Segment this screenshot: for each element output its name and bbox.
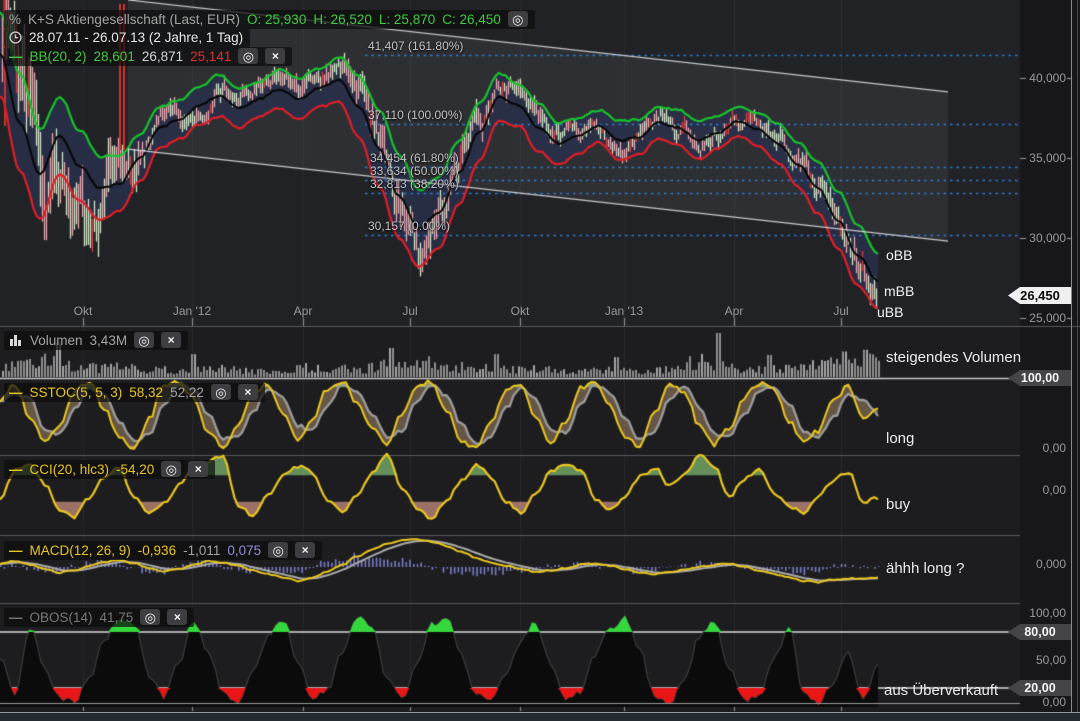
sstoc-name: SSTOC(5, 5, 3) (29, 384, 123, 400)
annotation-steigendes-volumen[interactable]: steigendes Volumen (886, 349, 1021, 366)
macd-value: -0,936 (137, 542, 177, 558)
ohlc-low-label: L: (378, 11, 391, 27)
obos-legend: — OBOS(14) 41,75 ◎ × (4, 608, 195, 627)
annotation-aehhh-long[interactable]: ähhh long ? (886, 560, 964, 577)
cci-legend: — CCI(20, hlc3) -54,20 ◎ × (4, 460, 216, 479)
macd-legend: — MACD(12, 26, 9) -0,936 -1,011 0,075 ◎ … (4, 541, 323, 560)
period-legend: 28.07.11 - 26.07.13 (2 Jahre, 1 Tag) (4, 29, 251, 47)
cci-close-button[interactable]: × (188, 461, 209, 477)
obos-50-label: 50,00 (1035, 653, 1066, 667)
obos-line-icon: — (9, 609, 23, 625)
annotation-long[interactable]: long (886, 430, 914, 447)
cci-0-label: 0,00 (1042, 483, 1066, 497)
obos-value: 41,75 (99, 609, 134, 625)
fib-level-38[interactable]: 32,813 (38.20%) (370, 177, 459, 191)
ubb-label: uBB (877, 304, 904, 320)
x-tick-okt12: Okt (510, 304, 530, 318)
y-tick-30000: 30,000 (1029, 231, 1066, 245)
obos-80-tag: 80,00 (1008, 624, 1072, 640)
bb-upper-value: 28,601 (93, 48, 135, 64)
last-price-tag: 26,450 (1008, 287, 1072, 304)
ohlc-high-value: 26,520 (330, 11, 372, 27)
clock-icon (9, 31, 22, 44)
sstoc-100-tag: 100,00 (1008, 370, 1072, 386)
sstoc-close-button[interactable]: × (237, 384, 258, 400)
ohlc-low-value: 25,870 (393, 11, 436, 27)
mbb-label: mBB (884, 283, 915, 299)
ohlc-open-value: 25,930 (265, 11, 307, 27)
sstoc-0-label: 0,00 (1042, 441, 1066, 455)
sstoc-settings-button[interactable]: ◎ (210, 384, 231, 400)
y-tick-35000: 35,000 (1029, 151, 1066, 165)
obb-label: oBB (886, 247, 913, 263)
bb-name: BB(20, 2) (29, 48, 87, 64)
sstoc-line-icon: — (9, 384, 23, 400)
scale-percent-icon: % (9, 11, 22, 27)
instrument-title: K+S Aktiengesellschaft (Last, EUR) (28, 11, 240, 27)
x-tick-jul13: Jul (833, 304, 849, 318)
macd-settings-button[interactable]: ◎ (268, 542, 289, 558)
macd-name: MACD(12, 26, 9) (29, 542, 131, 558)
bb-settings-button[interactable]: ◎ (238, 48, 259, 64)
obos-0-label: 0,00 (1042, 695, 1066, 709)
bb-legend: — BB(20, 2) 28,601 26,871 25,141 ◎ × (4, 47, 293, 66)
x-tick-okt11: Okt (73, 304, 93, 318)
ohlc-open-label: O: (247, 11, 262, 27)
x-tick-apr13: Apr (724, 304, 744, 318)
annotation-aus-ueberverkauft[interactable]: aus Überverkauft (884, 682, 998, 699)
x-tick-jan13: Jan '13 (604, 304, 644, 318)
period-text: 28.07.11 - 26.07.13 (2 Jahre, 1 Tag) (29, 30, 244, 45)
sstoc-value-d: 52,22 (170, 384, 204, 400)
instrument-legend: % K+S Aktiengesellschaft (Last, EUR) O: … (4, 10, 535, 29)
x-tick-jul12: Jul (402, 304, 418, 318)
x-tick-jan12: Jan '12 (172, 304, 212, 318)
annotation-buy[interactable]: buy (886, 496, 910, 513)
cci-value: -54,20 (116, 461, 155, 477)
x-tick-apr12: Apr (293, 304, 313, 318)
volume-bars-icon (9, 334, 23, 346)
bb-line-icon: — (9, 48, 23, 64)
macd-0-label: 0,000 (1035, 557, 1066, 571)
obos-name: OBOS(14) (29, 609, 93, 625)
window-bottom-bar (0, 713, 1080, 721)
volume-close-button[interactable]: × (161, 332, 182, 348)
macd-signal-value: -1,011 (183, 542, 221, 558)
bb-lower-value: 25,141 (190, 48, 232, 64)
charting-window: % K+S Aktiengesellschaft (Last, EUR) O: … (0, 0, 1080, 721)
obos-20-tag: 20,00 (1008, 680, 1072, 696)
obos-close-button[interactable]: × (167, 609, 188, 625)
cci-line-icon: — (9, 461, 23, 477)
cci-settings-button[interactable]: ◎ (161, 461, 182, 477)
y-tick-40000: 40,000 (1029, 71, 1066, 85)
sstoc-value-k: 58,32 (129, 384, 164, 400)
bb-middle-value: 26,871 (141, 48, 184, 64)
fib-level-161[interactable]: 41,407 (161.80%) (368, 39, 463, 53)
instrument-settings-button[interactable]: ◎ (507, 11, 528, 27)
ohlc-high-label: H: (313, 11, 327, 27)
window-right-border (1071, 0, 1072, 712)
sstoc-legend: — SSTOC(5, 5, 3) 58,32 52,22 ◎ × (4, 383, 265, 402)
macd-line-icon: — (9, 542, 23, 558)
volume-legend: Volumen 3,43M ◎ × (4, 331, 189, 350)
fib-level-50[interactable]: 33,634 (50.00%) (370, 164, 459, 178)
y-tick-25000: 25,000 (1029, 311, 1066, 325)
fib-level-100[interactable]: 37,110 (100.00%) (368, 108, 463, 122)
ohlc-close-label: C: (442, 11, 456, 27)
macd-hist-value: 0,075 (227, 542, 262, 558)
obos-settings-button[interactable]: ◎ (140, 609, 161, 625)
volume-value: 3,43M (89, 332, 128, 348)
volume-settings-button[interactable]: ◎ (134, 332, 155, 348)
window-right-border-inner (1077, 0, 1078, 712)
volume-name: Volumen (30, 332, 83, 348)
cci-name: CCI(20, hlc3) (29, 461, 110, 477)
bb-close-button[interactable]: × (265, 48, 286, 64)
ohlc-close-value: 26,450 (459, 11, 501, 27)
obos-100-label: 100,00 (1029, 606, 1066, 620)
macd-close-button[interactable]: × (295, 542, 316, 558)
fib-level-61[interactable]: 34,454 (61.80%) (370, 151, 459, 165)
fib-level-0[interactable]: 30,157 (0.00%) (368, 219, 450, 233)
